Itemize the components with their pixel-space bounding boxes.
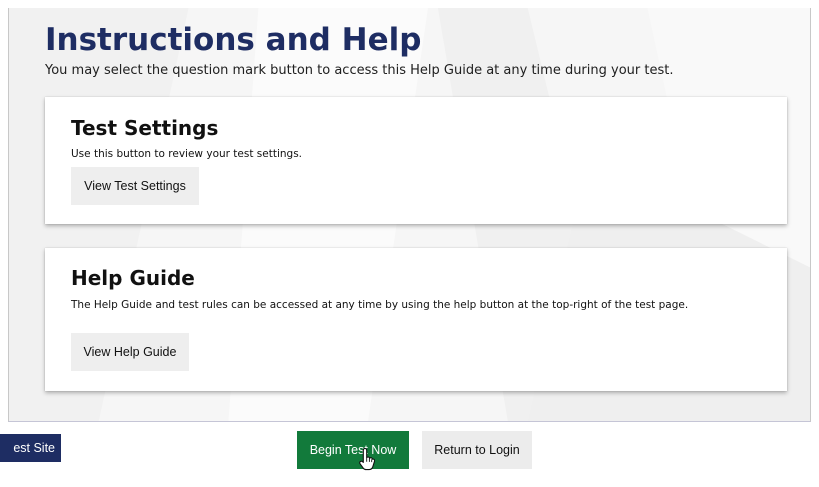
page-subtitle: You may select the question mark button … bbox=[45, 63, 674, 78]
test-settings-description: Use this button to review your test sett… bbox=[71, 148, 303, 160]
page-title: Instructions and Help bbox=[45, 22, 422, 58]
test-settings-title: Test Settings bbox=[71, 116, 219, 140]
return-to-login-button[interactable]: Return to Login bbox=[422, 431, 532, 469]
test-settings-card: Test Settings Use this button to review … bbox=[45, 97, 787, 224]
test-site-button[interactable]: est Site bbox=[0, 434, 61, 462]
view-help-guide-button[interactable]: View Help Guide bbox=[71, 333, 189, 371]
help-guide-card: Help Guide The Help Guide and test rules… bbox=[45, 248, 787, 391]
instructions-panel: Instructions and Help You may select the… bbox=[8, 8, 811, 422]
help-guide-description: The Help Guide and test rules can be acc… bbox=[71, 299, 689, 311]
begin-test-button[interactable]: Begin Test Now bbox=[297, 431, 409, 469]
help-guide-title: Help Guide bbox=[71, 266, 195, 290]
view-test-settings-button[interactable]: View Test Settings bbox=[71, 167, 199, 205]
